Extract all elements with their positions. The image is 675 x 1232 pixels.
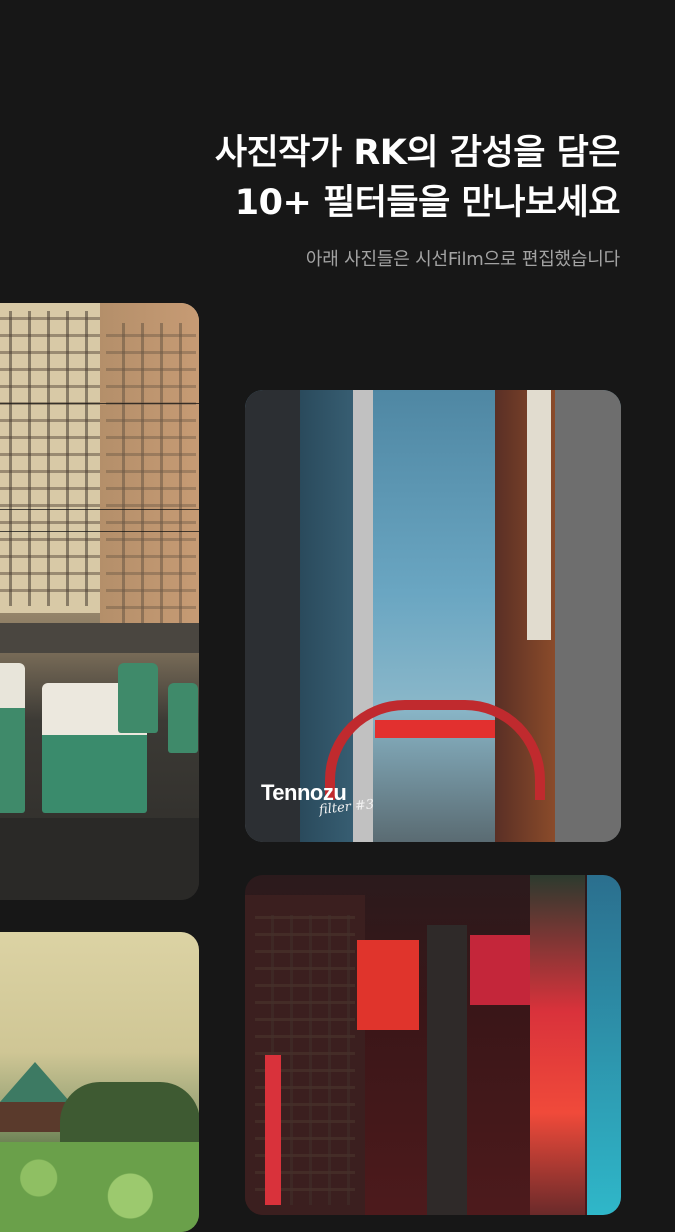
headline: 사진작가 RK의 감성을 담은 10+ 필터들을 만나보세요 xyxy=(214,128,621,228)
cyan-sign xyxy=(587,875,621,1215)
photo-street[interactable]: Tennozu filter #3 xyxy=(245,390,621,842)
tree-line xyxy=(60,1082,199,1142)
bus xyxy=(118,663,158,733)
lotus-leaves xyxy=(0,1142,199,1232)
parking-lot xyxy=(0,818,199,900)
pavilion-roof xyxy=(0,1062,70,1102)
vertical-sign xyxy=(265,1055,281,1205)
depot-roof xyxy=(0,623,199,653)
kabukicho-gate-arch xyxy=(325,700,545,800)
left-building xyxy=(245,390,305,842)
headline-line-2: 10+ 필터들을 만나보세요 xyxy=(234,183,621,223)
sign-stack xyxy=(527,390,551,640)
tower xyxy=(427,925,467,1215)
power-wire xyxy=(0,509,199,510)
photo-apartments[interactable] xyxy=(0,303,199,900)
power-wire xyxy=(0,531,199,532)
power-wire xyxy=(0,403,199,404)
red-sign xyxy=(357,940,419,1030)
subtitle: 아래 사진들은 시선Film으로 편집했습니다 xyxy=(305,249,620,270)
headline-line-1: 사진작가 RK의 감성을 담은 xyxy=(214,133,621,173)
neon-tower xyxy=(530,875,585,1215)
far-right-building xyxy=(555,390,621,842)
photo-pavilion[interactable] xyxy=(0,932,199,1232)
filter-watermark: Tennozu filter #3 xyxy=(261,780,375,818)
bus xyxy=(0,663,25,813)
neon-sign xyxy=(470,935,530,1005)
gate-sign xyxy=(375,720,495,738)
bus xyxy=(168,683,198,753)
photo-night-city[interactable] xyxy=(245,875,621,1215)
side-balconies xyxy=(106,323,196,623)
